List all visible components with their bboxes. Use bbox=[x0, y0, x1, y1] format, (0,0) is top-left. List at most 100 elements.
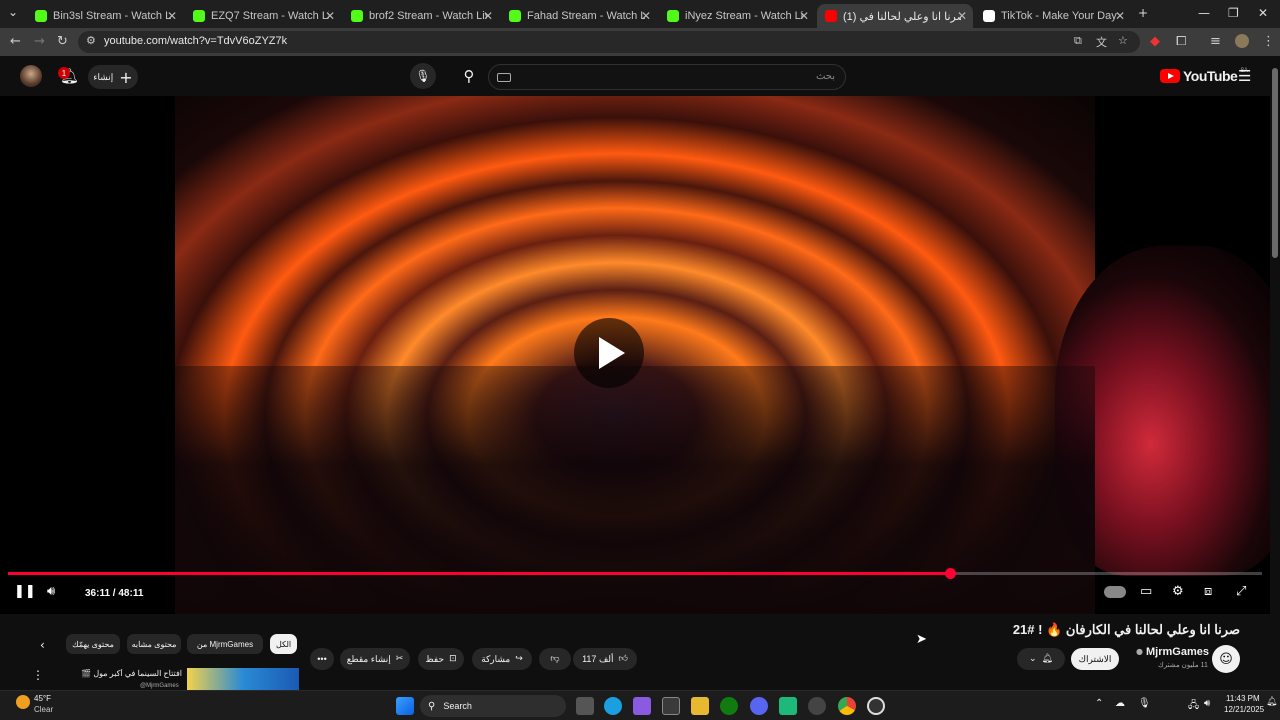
scrollbar-thumb[interactable] bbox=[1272, 68, 1278, 258]
tab-title: TikTok - Make Your Day bbox=[1001, 10, 1117, 22]
channel-name[interactable]: MjrmGames bbox=[1146, 646, 1209, 658]
share-button[interactable]: مشاركة ↪ bbox=[472, 648, 532, 670]
task-view-icon[interactable] bbox=[576, 697, 594, 715]
new-tab-icon[interactable]: + bbox=[1138, 6, 1148, 20]
back-icon[interactable]: ← bbox=[10, 34, 21, 49]
close-tab-icon[interactable]: ✕ bbox=[799, 9, 809, 23]
install-icon[interactable]: ⧉ bbox=[1074, 34, 1082, 48]
tray-chevron-icon[interactable]: ⌃ bbox=[1095, 698, 1103, 709]
chrome-icon[interactable] bbox=[838, 697, 856, 715]
forward-icon[interactable]: → bbox=[34, 34, 45, 49]
close-tab-icon[interactable]: ✕ bbox=[483, 9, 493, 23]
edge-icon[interactable] bbox=[604, 697, 622, 715]
pause-icon[interactable]: ❚❚ bbox=[14, 584, 36, 599]
extensions-puzzle-icon[interactable]: ⧠ bbox=[1176, 34, 1186, 49]
recommended-menu-icon[interactable]: ⋮ bbox=[32, 668, 44, 682]
recommended-title[interactable]: افتتاح السينما في أكبر مول 🎬 bbox=[80, 669, 182, 678]
tab-search-list-icon[interactable]: ≡ bbox=[1210, 34, 1221, 49]
browser-tab[interactable]: TikTok - Make Your Day ✕ bbox=[975, 4, 1131, 28]
channel-avatar[interactable]: ☺ bbox=[1212, 645, 1240, 673]
voice-search-icon[interactable]: 🎙︎ bbox=[410, 63, 436, 89]
store-icon[interactable] bbox=[662, 697, 680, 715]
create-button[interactable]: إنشاء + bbox=[88, 65, 138, 89]
notification-center-icon[interactable]: 🔔︎ bbox=[1266, 697, 1277, 707]
keyboard-icon[interactable] bbox=[497, 73, 511, 82]
clock-time[interactable]: 11:43 PM bbox=[1226, 694, 1260, 703]
bookmark-star-icon[interactable]: ☆ bbox=[1118, 34, 1128, 47]
close-tab-icon[interactable]: ✕ bbox=[1115, 9, 1125, 23]
page-scrollbar[interactable] bbox=[1270, 56, 1280, 690]
close-window-icon[interactable]: ✕ bbox=[1258, 6, 1268, 20]
address-bar-row: ← → ↻ ⚙ youtube.com/watch?v=TdvV6oZYZ7k … bbox=[0, 28, 1280, 56]
maximize-icon[interactable]: ❐ bbox=[1228, 6, 1239, 20]
file-explorer-icon[interactable] bbox=[691, 697, 709, 715]
tab-title: brof2 Stream - Watch Live on K bbox=[369, 10, 487, 22]
progress-bar[interactable] bbox=[8, 568, 1262, 579]
browser-tab[interactable]: Bin3sl Stream - Watch Live on K✕ bbox=[27, 4, 183, 28]
kick-icon bbox=[35, 10, 47, 22]
clip-button[interactable]: إنشاء مقطع ✂ bbox=[340, 648, 410, 670]
like-count: 117 ألف bbox=[582, 653, 614, 664]
subscribe-button[interactable]: الاشتراك bbox=[1071, 648, 1119, 670]
notification-bell-dropdown[interactable]: ⌄ 🔔︎ bbox=[1017, 648, 1065, 670]
reload-icon[interactable]: ↻ bbox=[57, 34, 68, 49]
address-bar[interactable]: ⚙ youtube.com/watch?v=TdvV6oZYZ7k ⧉ 文 ☆ bbox=[78, 31, 1140, 53]
settings-app-icon[interactable] bbox=[867, 697, 885, 715]
subtitles-icon[interactable]: ▭ bbox=[1140, 584, 1152, 599]
recommended-thumbnail[interactable] bbox=[187, 668, 299, 690]
chip-all[interactable]: الكل bbox=[270, 634, 298, 654]
big-play-icon[interactable] bbox=[574, 318, 644, 388]
autoplay-toggle[interactable] bbox=[1104, 586, 1126, 598]
microphone-icon[interactable]: 🎙︎ bbox=[1138, 698, 1151, 709]
search-input[interactable]: بحث bbox=[488, 64, 846, 90]
copilot-icon[interactable] bbox=[633, 697, 651, 715]
chip-related[interactable]: محتوى مشابه bbox=[127, 634, 181, 654]
clock-date[interactable]: 12/21/2025 bbox=[1224, 705, 1264, 714]
onedrive-icon[interactable]: ☁ bbox=[1115, 698, 1125, 709]
speaker-icon[interactable]: 🔊︎ bbox=[1204, 698, 1210, 709]
fullscreen-icon[interactable]: ⤢ bbox=[1236, 584, 1246, 599]
save-icon: ⊡ bbox=[449, 654, 457, 664]
xbox-icon[interactable] bbox=[720, 697, 738, 715]
close-tab-icon[interactable]: ✕ bbox=[167, 9, 177, 23]
guide-menu-icon[interactable]: ☰ bbox=[1238, 67, 1251, 85]
translate-icon[interactable]: 文 bbox=[1096, 34, 1107, 50]
discord-icon[interactable] bbox=[750, 697, 768, 715]
steelseries-icon[interactable] bbox=[808, 697, 826, 715]
site-info-icon[interactable]: ⚙ bbox=[86, 34, 96, 47]
youtube-logo[interactable]: YouTube SA bbox=[1160, 68, 1248, 84]
like-button[interactable]: 117 ألف 👍︎ bbox=[573, 648, 637, 670]
search-icon[interactable]: ⚲ bbox=[457, 64, 481, 88]
browser-tab[interactable]: iNyez Stream - Watch Live on K✕ bbox=[659, 4, 815, 28]
weather-icon[interactable] bbox=[16, 695, 30, 709]
browser-tab[interactable]: EZQ7 Stream - Watch Live on K✕ bbox=[185, 4, 341, 28]
chips-prev-icon[interactable]: ‹ bbox=[40, 638, 45, 652]
close-tab-icon[interactable]: ✕ bbox=[325, 9, 335, 23]
chip-for-you[interactable]: محتوى يهمّك bbox=[66, 634, 120, 654]
dislike-button[interactable]: 👎︎ bbox=[539, 648, 571, 670]
browser-tab[interactable]: Fahad Stream - Watch Live on K✕ bbox=[501, 4, 657, 28]
close-tab-icon[interactable]: ✕ bbox=[957, 9, 967, 23]
network-icon[interactable]: 🖧 bbox=[1188, 698, 1199, 715]
settings-gear-icon[interactable]: ⚙ bbox=[1172, 584, 1184, 599]
tab-search-icon[interactable]: ⌄ bbox=[8, 5, 18, 19]
taskbar-search[interactable]: ⚲ Search bbox=[420, 695, 566, 717]
browser-menu-icon[interactable]: ⋮ bbox=[1262, 34, 1275, 49]
browser-tab[interactable]: (1) صرنا انا وعلي لحالنا في ✕ bbox=[817, 4, 973, 28]
progress-scrubber[interactable] bbox=[944, 568, 956, 579]
video-player[interactable]: ❚❚ 🔊︎ 36:11 / 48:11 ▭ ⚙ ⧈ ⤢ bbox=[0, 96, 1270, 614]
volume-icon[interactable]: 🔊︎ bbox=[47, 584, 55, 599]
profile-avatar[interactable] bbox=[1235, 34, 1249, 48]
theater-mode-icon[interactable]: ⧈ bbox=[1204, 584, 1212, 599]
minimize-icon[interactable]: — bbox=[1198, 6, 1210, 20]
chip-from-channel[interactable]: من MjrmGames bbox=[187, 634, 263, 654]
close-tab-icon[interactable]: ✕ bbox=[641, 9, 651, 23]
recommended-channel: @MjrmGames bbox=[140, 683, 179, 689]
windows-start-icon[interactable] bbox=[396, 697, 414, 715]
browser-tab[interactable]: brof2 Stream - Watch Live on K✕ bbox=[343, 4, 499, 28]
account-avatar[interactable] bbox=[20, 65, 42, 87]
extension-icon[interactable]: ◆ bbox=[1150, 34, 1160, 49]
save-button[interactable]: حفظ ⊡ bbox=[418, 648, 464, 670]
more-actions-button[interactable]: ••• bbox=[310, 648, 334, 670]
app-icon[interactable] bbox=[779, 697, 797, 715]
